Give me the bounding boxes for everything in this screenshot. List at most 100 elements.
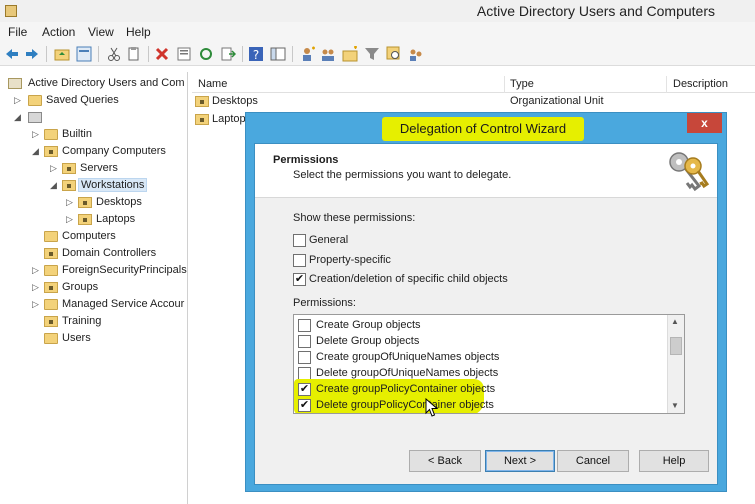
expand-icon[interactable]: ▷ — [14, 95, 21, 106]
scroll-up-icon[interactable]: ▲ — [671, 317, 679, 326]
toolbar: ? — [0, 42, 755, 66]
column-header-type[interactable]: Type — [510, 78, 534, 90]
tree-item-domain[interactable]: ◢ — [14, 110, 184, 127]
close-button[interactable]: x — [687, 113, 722, 133]
list-header: Name Type Description — [192, 76, 755, 93]
expand-icon[interactable]: ▷ — [32, 299, 39, 310]
tree-item-company-computers[interactable]: ◢ Company Computers — [32, 144, 184, 161]
scrollbar-thumb[interactable] — [670, 337, 682, 355]
ou-icon — [44, 248, 58, 259]
collapse-icon[interactable]: ◢ — [14, 112, 21, 123]
new-ou-icon[interactable] — [342, 46, 358, 62]
export-icon[interactable] — [220, 46, 236, 62]
checkbox-general-label: General — [309, 234, 349, 246]
folder-icon — [44, 129, 58, 140]
refresh-arrows-icon[interactable] — [198, 46, 214, 62]
ou-icon — [44, 316, 58, 327]
tree-item-computers[interactable]: Computers — [32, 229, 184, 246]
permissions-scrollbar[interactable]: ▲ ▼ — [667, 315, 684, 413]
delegate-icon[interactable] — [408, 46, 424, 62]
refresh-icon[interactable] — [176, 46, 192, 62]
tree-item-saved-queries[interactable]: ▷ Saved Queries — [14, 93, 184, 110]
checkbox-property-specific-label: Property-specific — [309, 254, 391, 266]
tree-item-domain-controllers[interactable]: Domain Controllers — [32, 246, 184, 263]
tree-item-servers[interactable]: ▷ Servers — [50, 161, 184, 178]
expand-icon[interactable]: ▷ — [66, 197, 73, 208]
expand-icon[interactable]: ▷ — [32, 282, 39, 293]
folder-icon — [44, 333, 58, 344]
filter-icon[interactable] — [364, 46, 380, 62]
help-icon[interactable]: ? — [248, 46, 264, 62]
tree-item-workstations[interactable]: ◢ Workstations — [50, 178, 184, 195]
menu-file[interactable]: File — [8, 25, 27, 39]
collapse-icon[interactable]: ◢ — [32, 146, 39, 157]
perm-checkbox-create-group[interactable] — [298, 319, 311, 332]
tree-item-managed-service-accounts[interactable]: ▷ Managed Service Accour — [32, 297, 184, 314]
expand-icon[interactable]: ▷ — [32, 129, 39, 140]
wizard-header-title: Permissions — [273, 154, 339, 166]
forward-arrow-icon[interactable] — [24, 46, 40, 62]
properties-icon[interactable] — [76, 46, 92, 62]
dialog-body: Permissions Select the permissions you w… — [254, 143, 718, 485]
checkbox-general[interactable] — [293, 234, 306, 247]
dialog-title-bar: Delegation of Control Wizard — [246, 113, 726, 143]
ou-icon — [78, 214, 92, 225]
perm-checkbox-delete-group[interactable] — [298, 335, 311, 348]
new-user-icon[interactable] — [300, 46, 316, 62]
cancel-button[interactable]: Cancel — [557, 450, 629, 472]
delete-icon[interactable] — [154, 46, 170, 62]
show-permissions-label: Show these permissions: — [293, 212, 416, 224]
delegation-wizard-dialog: Delegation of Control Wizard x Permissio… — [245, 112, 727, 492]
back-button[interactable]: < Back — [409, 450, 481, 472]
keys-icon — [669, 152, 710, 192]
permissions-list[interactable]: Create Group objects Delete Group object… — [293, 314, 685, 414]
menu-view[interactable]: View — [88, 25, 114, 39]
tree-item-groups[interactable]: ▷ Groups — [32, 280, 184, 297]
column-header-name[interactable]: Name — [198, 78, 227, 90]
help-button[interactable]: Help — [639, 450, 709, 472]
checkbox-child-objects[interactable]: ✔ — [293, 273, 306, 286]
console-tree-icon[interactable] — [270, 46, 286, 62]
ou-icon — [44, 282, 58, 293]
collapse-icon[interactable]: ◢ — [50, 180, 57, 191]
tree-item-training[interactable]: Training — [32, 314, 184, 331]
console-tree: Active Directory Users and Com ▷ Saved Q… — [0, 72, 188, 504]
menu-help[interactable]: Help — [126, 25, 151, 39]
perm-label: Delete groupPolicyContainer objects — [316, 399, 494, 411]
folder-icon — [44, 231, 58, 242]
checkbox-property-specific[interactable] — [293, 254, 306, 267]
ou-icon — [44, 146, 58, 157]
list-item[interactable]: Desktops Organizational Unit — [192, 93, 632, 110]
scroll-down-icon[interactable]: ▼ — [671, 401, 679, 410]
find-icon[interactable] — [386, 46, 402, 62]
ou-icon — [195, 96, 209, 107]
expand-icon[interactable]: ▷ — [66, 214, 73, 225]
dialog-title: Delegation of Control Wizard — [399, 121, 567, 136]
column-header-description[interactable]: Description — [673, 78, 728, 90]
permissions-label: Permissions: — [293, 297, 356, 309]
svg-text:?: ? — [253, 48, 259, 62]
up-folder-icon[interactable] — [54, 46, 70, 62]
expand-icon[interactable]: ▷ — [32, 265, 39, 276]
back-arrow-icon[interactable] — [4, 46, 20, 62]
expand-icon[interactable]: ▷ — [50, 163, 57, 174]
tree-item-desktops[interactable]: ▷ Desktops — [66, 195, 184, 212]
perm-label: Create Group objects — [316, 319, 421, 331]
tree-item-users[interactable]: Users — [32, 331, 184, 348]
copy-icon[interactable] — [126, 46, 142, 62]
app-icon — [5, 5, 17, 17]
perm-checkbox-create-gpc[interactable]: ✔ — [298, 383, 311, 396]
tree-item-foreign-security-principals[interactable]: ▷ ForeignSecurityPrincipals — [32, 263, 187, 280]
perm-checkbox-create-gou[interactable] — [298, 351, 311, 364]
tree-root[interactable]: Active Directory Users and Com — [8, 76, 187, 93]
new-group-icon[interactable] — [320, 46, 336, 62]
list-item[interactable]: Laptop — [192, 111, 252, 128]
menu-action[interactable]: Action — [42, 25, 75, 39]
wizard-header-subtitle: Select the permissions you want to deleg… — [293, 169, 512, 181]
tree-item-builtin[interactable]: ▷ Builtin — [32, 127, 184, 144]
tree-item-laptops[interactable]: ▷ Laptops — [66, 212, 184, 229]
cut-icon[interactable] — [106, 46, 122, 62]
perm-checkbox-delete-gpc[interactable]: ✔ — [298, 399, 311, 412]
domain-icon — [28, 112, 42, 123]
next-button[interactable]: Next > — [485, 450, 555, 472]
